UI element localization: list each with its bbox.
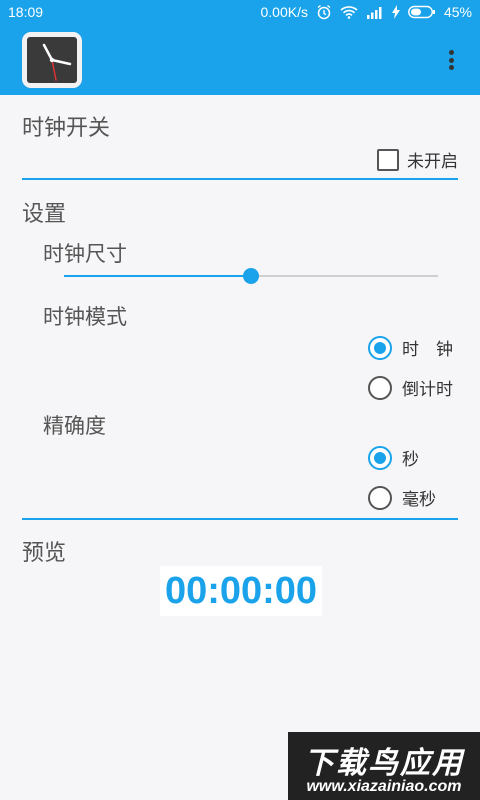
- status-bar: 18:09 0.00K/s 45%: [0, 0, 480, 25]
- radio-mode-countdown[interactable]: [368, 375, 392, 400]
- mode-option-clock[interactable]: 时 钟: [368, 335, 458, 360]
- clock-switch-title: 时钟开关: [22, 116, 111, 141]
- divider-2: [22, 518, 458, 520]
- radio-label-clock: 时 钟: [402, 340, 453, 360]
- status-time: 18:09: [8, 4, 44, 20]
- preview-title: 预览: [22, 541, 67, 566]
- precision-option-second[interactable]: 秒: [368, 445, 458, 470]
- watermark-title: 下载鸟应用: [304, 746, 464, 781]
- clock-switch-row[interactable]: 未开启: [377, 147, 458, 172]
- slider-thumb[interactable]: [243, 268, 259, 284]
- signal-icon: [366, 5, 384, 19]
- watermark-url: www.xiazainiao.com: [306, 778, 462, 795]
- wifi-icon: [340, 5, 358, 19]
- watermark-logo: 下载鸟应用 www.xiazainiao.com: [288, 732, 480, 800]
- radio-label-millisecond: 毫秒: [402, 490, 436, 510]
- radio-label-countdown: 倒计时: [402, 380, 453, 400]
- status-right: 0.00K/s 45%: [260, 4, 472, 20]
- divider-1: [22, 178, 458, 180]
- clock-size-title: 时钟尺寸: [43, 242, 127, 266]
- battery-icon: [408, 5, 436, 19]
- battery-percent: 45%: [443, 4, 472, 20]
- radio-precision-millisecond[interactable]: [368, 485, 392, 510]
- slider-fill: [64, 275, 251, 277]
- preview-box: 00:00:00: [160, 566, 322, 616]
- precision-option-millisecond[interactable]: 毫秒: [368, 485, 458, 510]
- alarm-icon: [316, 4, 332, 20]
- precision-title: 精确度: [43, 414, 106, 438]
- app-bar: [0, 25, 480, 95]
- settings-title: 设置: [22, 202, 67, 227]
- mode-option-countdown[interactable]: 倒计时: [368, 375, 458, 400]
- radio-precision-second[interactable]: [368, 445, 392, 470]
- clock-mode-title: 时钟模式: [43, 305, 127, 329]
- clock-size-slider[interactable]: [64, 266, 438, 286]
- charging-icon: [391, 5, 400, 19]
- network-speed: 0.00K/s: [260, 4, 308, 20]
- overflow-menu-icon[interactable]: [444, 45, 458, 75]
- radio-mode-clock[interactable]: [368, 335, 392, 360]
- clock-switch-checkbox[interactable]: [377, 148, 399, 171]
- preview-time: 00:00:00: [164, 569, 318, 612]
- clock-icon[interactable]: [20, 30, 86, 90]
- radio-label-second: 秒: [402, 450, 419, 470]
- clock-switch-label: 未开启: [407, 152, 458, 172]
